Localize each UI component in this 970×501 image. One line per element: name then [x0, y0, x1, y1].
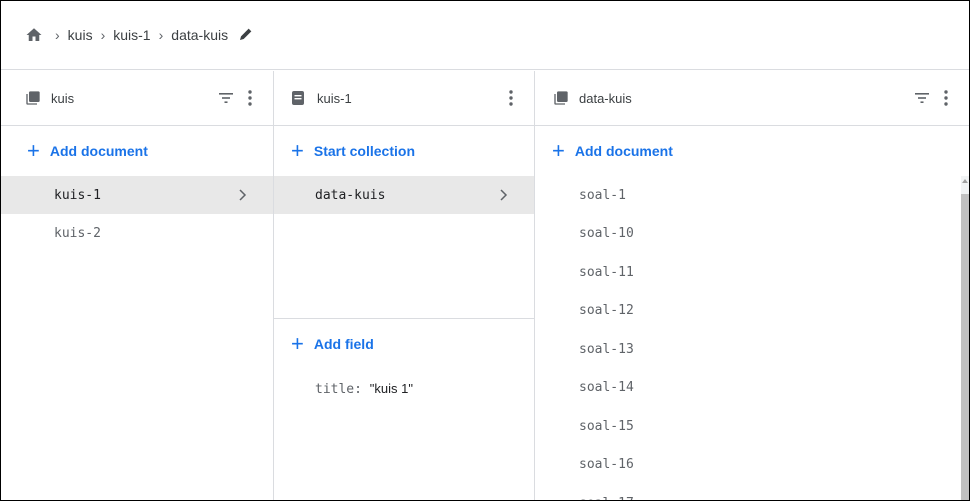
field-value: "kuis 1" [369, 381, 413, 396]
list-item[interactable]: soal-12 [535, 292, 969, 331]
document-id: soal-10 [579, 226, 634, 242]
chevron-right-icon: › [158, 27, 164, 43]
field-row[interactable]: title: "kuis 1" [274, 381, 534, 397]
breadcrumb-item-kuis-1[interactable]: kuis-1 [113, 27, 150, 43]
list-item[interactable]: soal-13 [535, 330, 969, 369]
collection-icon [553, 90, 570, 107]
home-icon[interactable] [25, 26, 43, 44]
panel-title: kuis-1 [317, 90, 352, 106]
more-vert-icon[interactable] [937, 89, 955, 107]
list-item[interactable]: kuis-1 [1, 176, 273, 214]
list-item[interactable]: soal-15 [535, 407, 969, 446]
scroll-up-arrow-icon[interactable] [962, 179, 968, 183]
document-id: soal-12 [579, 303, 634, 319]
collection-id: data-kuis [315, 187, 386, 203]
breadcrumb-item-data-kuis[interactable]: data-kuis [171, 27, 228, 43]
fields-section: + Add field title: "kuis 1" [274, 318, 534, 397]
document-id: kuis-2 [54, 225, 101, 241]
scrollbar[interactable] [961, 176, 969, 500]
field-key: title [315, 382, 355, 397]
panel-header: kuis [1, 71, 273, 126]
add-document-button[interactable]: + Add document [1, 126, 273, 176]
add-field-label: Add field [313, 336, 374, 352]
filter-icon[interactable] [217, 89, 235, 107]
list-item[interactable]: soal-11 [535, 253, 969, 292]
list-item[interactable]: data-kuis [274, 176, 534, 214]
panel-header: kuis-1 [274, 71, 534, 126]
chevron-right-icon [237, 189, 249, 201]
document-id: soal-1 [579, 187, 626, 203]
list-item[interactable]: kuis-2 [1, 214, 273, 252]
plus-icon: + [291, 138, 304, 163]
document-id: kuis-1 [54, 187, 101, 203]
breadcrumb-item-kuis[interactable]: kuis [68, 27, 93, 43]
plus-icon: + [291, 331, 304, 356]
filter-icon[interactable] [913, 89, 931, 107]
document-icon [291, 90, 308, 107]
start-collection-label: Start collection [313, 143, 415, 159]
add-document-button[interactable]: + Add document [535, 126, 969, 176]
list-item[interactable]: soal-1 [535, 176, 969, 215]
list-item[interactable]: soal-14 [535, 369, 969, 408]
chevron-right-icon: › [55, 27, 60, 43]
firestore-data-viewer: › kuis › kuis-1 › data-kuis kuis + Add d… [0, 0, 970, 501]
more-vert-icon[interactable] [502, 89, 520, 107]
chevron-right-icon [498, 189, 510, 201]
document-id: soal-13 [579, 341, 634, 357]
scrollbar-thumb[interactable] [961, 194, 969, 500]
plus-icon: + [552, 138, 565, 163]
document-id: soal-11 [579, 264, 634, 280]
collection-panel-data-kuis: data-kuis + Add document soal-1 soal-10 … [535, 71, 969, 500]
panel-title: data-kuis [579, 90, 632, 106]
add-document-label: Add document [49, 143, 148, 159]
panel-header: data-kuis [535, 71, 969, 126]
document-id: soal-15 [579, 418, 634, 434]
start-collection-button[interactable]: + Start collection [274, 126, 534, 176]
breadcrumb: › kuis › kuis-1 › data-kuis [1, 1, 969, 70]
plus-icon: + [27, 138, 40, 163]
document-id: soal-17 [579, 496, 945, 500]
field-colon: : [354, 382, 370, 397]
chevron-right-icon: › [100, 27, 106, 43]
document-id: soal-16 [579, 457, 634, 473]
list-item[interactable]: soal-10 [535, 215, 969, 254]
document-id: soal-14 [579, 380, 634, 396]
list-item[interactable]: soal-16 [535, 446, 969, 485]
document-list: soal-1 soal-10 soal-11 soal-12 soal-13 s… [535, 176, 969, 500]
document-panel-kuis-1: kuis-1 + Start collection data-kuis + Ad… [274, 71, 535, 500]
edit-pencil-icon[interactable] [238, 26, 256, 44]
add-field-button[interactable]: + Add field [274, 319, 534, 369]
list-item[interactable]: soal-17 [535, 484, 969, 500]
collection-panel-kuis: kuis + Add document kuis-1 kuis-2 [1, 71, 274, 500]
collection-icon [25, 90, 42, 107]
more-vert-icon[interactable] [241, 89, 259, 107]
add-document-label: Add document [574, 143, 673, 159]
panel-title: kuis [51, 90, 75, 106]
